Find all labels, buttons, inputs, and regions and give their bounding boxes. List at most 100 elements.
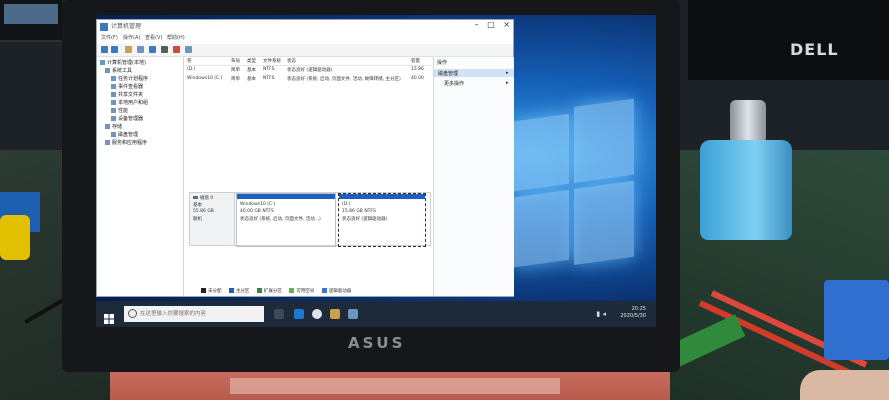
action-more[interactable]: 更多操作 xyxy=(444,80,464,87)
menu-file[interactable]: 文件(F) xyxy=(101,34,118,41)
toolbar xyxy=(97,44,513,57)
legend-item: 可用空间 xyxy=(289,288,314,294)
tree-item[interactable]: 设备管理器 xyxy=(111,115,143,122)
menu-view[interactable]: 查看(V) xyxy=(145,34,162,41)
background-monitor-right xyxy=(688,0,889,80)
storage-icon xyxy=(105,124,110,129)
yellow-tool xyxy=(0,215,30,260)
partition-bar xyxy=(339,194,425,199)
tree-item[interactable]: 性能 xyxy=(111,107,128,114)
disk-icon xyxy=(193,196,198,199)
tree-item[interactable]: 存储 xyxy=(105,123,122,130)
users-icon xyxy=(111,100,116,105)
column-header[interactable]: 状态 xyxy=(287,58,296,64)
list-icon[interactable] xyxy=(137,46,144,53)
tree-item[interactable]: 共享文件夹 xyxy=(111,91,143,98)
tree-item[interactable]: 系统工具 xyxy=(105,67,132,74)
tree-item[interactable]: 本地用户和组 xyxy=(111,99,148,106)
back-icon[interactable] xyxy=(101,46,108,53)
hand xyxy=(800,370,889,400)
file-explorer-icon[interactable] xyxy=(330,309,340,319)
legend-item: 逻辑驱动器 xyxy=(321,288,351,294)
blue-dispenser-bottle xyxy=(700,140,792,240)
disk-size: 55.86 GB xyxy=(193,209,214,214)
disk-management-icon xyxy=(111,132,116,137)
volume-icon: ◂ xyxy=(602,310,606,318)
navigation-tree: 计算机管理(本地) 系统工具 任务计划程序 事件查看器 共享文件夹 本地用户和组… xyxy=(97,57,184,296)
disk-name: 磁盘 0 xyxy=(193,195,213,201)
chevron-right-icon: ▸ xyxy=(506,80,509,86)
folder-icon[interactable] xyxy=(125,46,132,53)
tree-item[interactable]: 服务和应用程序 xyxy=(105,139,147,146)
app-icon xyxy=(100,23,108,31)
disk-map: 磁盘 0 基本 55.86 GB 联机 Windows10 (C:) 40.00… xyxy=(189,192,431,247)
disk-label[interactable]: 磁盘 0 基本 55.86 GB 联机 xyxy=(190,193,235,245)
performance-icon xyxy=(111,108,116,113)
help-icon[interactable] xyxy=(149,46,156,53)
maximize-icon[interactable]: □ xyxy=(487,20,495,29)
task-view-icon[interactable] xyxy=(274,309,284,319)
chevron-right-icon: ▸ xyxy=(506,70,509,76)
disk-status: 联机 xyxy=(193,217,202,222)
shared-folder-icon xyxy=(111,92,116,97)
column-header[interactable]: 容量 xyxy=(411,58,420,64)
laptop-screen: 计算机管理 – □ × 文件(F) 操作(A) 查看(V) 帮助(H) 计算机管… xyxy=(96,15,656,327)
disk-type: 基本 xyxy=(193,203,202,208)
minimize-icon[interactable]: – xyxy=(475,20,479,29)
actions-header: 操作 xyxy=(437,60,448,66)
actions-pane: 操作 磁盘管理 ▸ 更多操作 ▸ xyxy=(433,57,514,296)
search-input[interactable]: 在这里输入你要搜索的内容 xyxy=(124,306,264,322)
tree-item[interactable]: 任务计划程序 xyxy=(111,75,148,82)
search-placeholder: 在这里输入你要搜索的内容 xyxy=(140,311,207,317)
dell-logo: DELL xyxy=(790,40,839,59)
asus-logo: ASUS xyxy=(348,334,406,352)
table-row[interactable]: (D:) 简单 基本 NTFS 状态良好 (逻辑驱动器) 15.86 xyxy=(185,67,431,75)
computer-management-window[interactable]: 计算机管理 – □ × 文件(F) 操作(A) 查看(V) 帮助(H) 计算机管… xyxy=(96,19,514,297)
column-header[interactable]: 类型 xyxy=(247,58,256,64)
search-icon xyxy=(128,309,137,318)
scheduler-icon xyxy=(111,76,116,81)
forward-icon[interactable] xyxy=(111,46,118,53)
tools-icon xyxy=(105,68,110,73)
windows-start-icon[interactable] xyxy=(104,309,114,324)
services-icon xyxy=(105,140,110,145)
blue-jig xyxy=(824,280,889,360)
legend-item: 主分区 xyxy=(228,288,249,294)
action-disk-management[interactable]: 磁盘管理 xyxy=(438,70,458,77)
tree-item[interactable]: 计算机管理(本地) xyxy=(100,59,146,66)
clock-time: 20:25 xyxy=(631,306,646,312)
menu-help[interactable]: 帮助(H) xyxy=(167,34,185,41)
computer-management-taskbar-icon[interactable] xyxy=(348,309,358,319)
tree-item[interactable]: 磁盘管理 xyxy=(111,131,138,138)
store-icon[interactable] xyxy=(312,309,322,319)
device-manager-icon xyxy=(111,116,116,121)
computer-icon xyxy=(100,60,105,65)
close-icon[interactable]: × xyxy=(503,20,510,29)
partition-d[interactable]: (D:) 15.86 GB NTFS 状态良好 (逻辑驱动器) xyxy=(338,193,426,247)
view-icon[interactable] xyxy=(185,46,192,53)
tree-item[interactable]: 事件查看器 xyxy=(111,83,143,90)
menu-bar: 文件(F) 操作(A) 查看(V) 帮助(H) xyxy=(97,34,513,43)
volume-list: 卷 布局 类型 文件系统 状态 容量 (D:) 简单 基本 NTFS 状态良好 … xyxy=(185,57,431,195)
column-header[interactable]: 布局 xyxy=(231,58,240,64)
clock[interactable]: 20:25 2020/5/30 xyxy=(620,306,646,320)
menu-action[interactable]: 操作(A) xyxy=(123,34,140,41)
window-controls[interactable]: – □ × xyxy=(475,20,510,29)
column-header[interactable]: 文件系统 xyxy=(263,58,281,64)
properties-icon[interactable] xyxy=(161,46,168,53)
laptop-base-stripe xyxy=(230,378,560,394)
partition-c[interactable]: Windows10 (C:) 40.00 GB NTFS 状态良好 (系统, 启… xyxy=(236,193,336,247)
table-row[interactable]: Windows10 (C:) 简单 基本 NTFS 状态良好 (系统, 启动, … xyxy=(185,76,431,84)
column-header[interactable]: 卷 xyxy=(187,58,192,64)
system-tray[interactable]: ▮ ◂ xyxy=(596,310,606,318)
bottle-cap xyxy=(730,100,766,144)
network-icon: ▮ xyxy=(596,310,601,318)
disk-legend: 未分配 主分区 扩展分区 可用空间 逻辑驱动器 xyxy=(201,288,441,296)
title-bar[interactable]: 计算机管理 – □ × xyxy=(97,20,513,34)
delete-icon[interactable] xyxy=(173,46,180,53)
background-monitor-left-screen xyxy=(4,4,58,24)
edge-browser-icon[interactable] xyxy=(294,309,304,319)
clock-date: 2020/5/30 xyxy=(620,313,646,319)
windows-logo-wallpaper xyxy=(514,98,634,272)
taskbar: 在这里输入你要搜索的内容 ▮ ◂ 20:25 2020/5/30 xyxy=(96,301,656,327)
